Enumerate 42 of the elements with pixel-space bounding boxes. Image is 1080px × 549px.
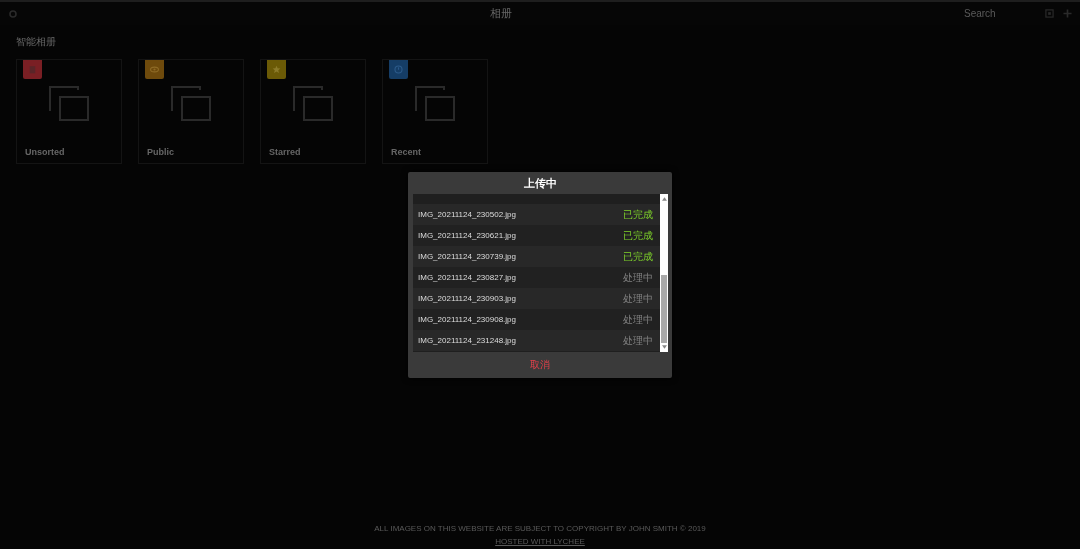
scroll-down-icon[interactable] [661,345,667,349]
photos-icon [171,86,211,122]
clock-icon [393,64,404,75]
album-title: Recent [391,147,421,157]
album-card[interactable]: Starred [260,59,366,164]
album-card[interactable]: Unsorted [16,59,122,164]
album-title: Unsorted [25,147,65,157]
album-title: Public [147,147,174,157]
file-name: IMG_20211124_231248.jpg [418,336,516,345]
add-icon[interactable] [1063,9,1072,18]
photos-icon [415,86,455,122]
star-icon [271,64,282,75]
file-name: IMG_20211124_230903.jpg [418,294,516,303]
scrollbar[interactable] [660,194,668,352]
scroll-up-icon[interactable] [661,197,667,201]
album-card[interactable]: Recent [382,59,488,164]
file-status: 处理中 [623,291,653,306]
file-status: 已完成 [623,207,653,222]
file-name: IMG_20211124_230827.jpg [418,273,516,282]
photos-icon [293,86,333,122]
page-title: 相册 [490,6,512,21]
file-name: IMG_20211124_230739.jpg [418,252,516,261]
hosted-link[interactable]: HOSTED WITH LYCHEE [495,537,585,546]
file-status: 处理中 [623,312,653,327]
search-field[interactable]: Search [962,7,1028,20]
section-title: 智能相册 [16,35,57,49]
album-card[interactable]: Public [138,59,244,164]
file-name: IMG_20211124_230908.jpg [418,315,516,324]
file-name: IMG_20211124_230502.jpg [418,210,516,219]
dialog-title: 上传中 [522,176,558,191]
photos-icon [49,86,89,122]
file-status: 处理中 [623,333,653,348]
album-title: Starred [269,147,301,157]
cancel-button[interactable]: 取消 [524,356,556,374]
scroll-thumb[interactable] [661,275,667,343]
eye-icon [149,64,160,75]
file-status: 已完成 [623,249,653,264]
file-status: 已完成 [623,228,653,243]
copyright-text: ALL IMAGES ON THIS WEBSITE ARE SUBJECT TO COPYRIGHT BY JOHN SMITH © 2019 [374,524,706,533]
file-name: IMG_20211124_230621.jpg [418,231,516,240]
grid-icon[interactable] [1045,9,1054,18]
file-status: 处理中 [623,270,653,285]
